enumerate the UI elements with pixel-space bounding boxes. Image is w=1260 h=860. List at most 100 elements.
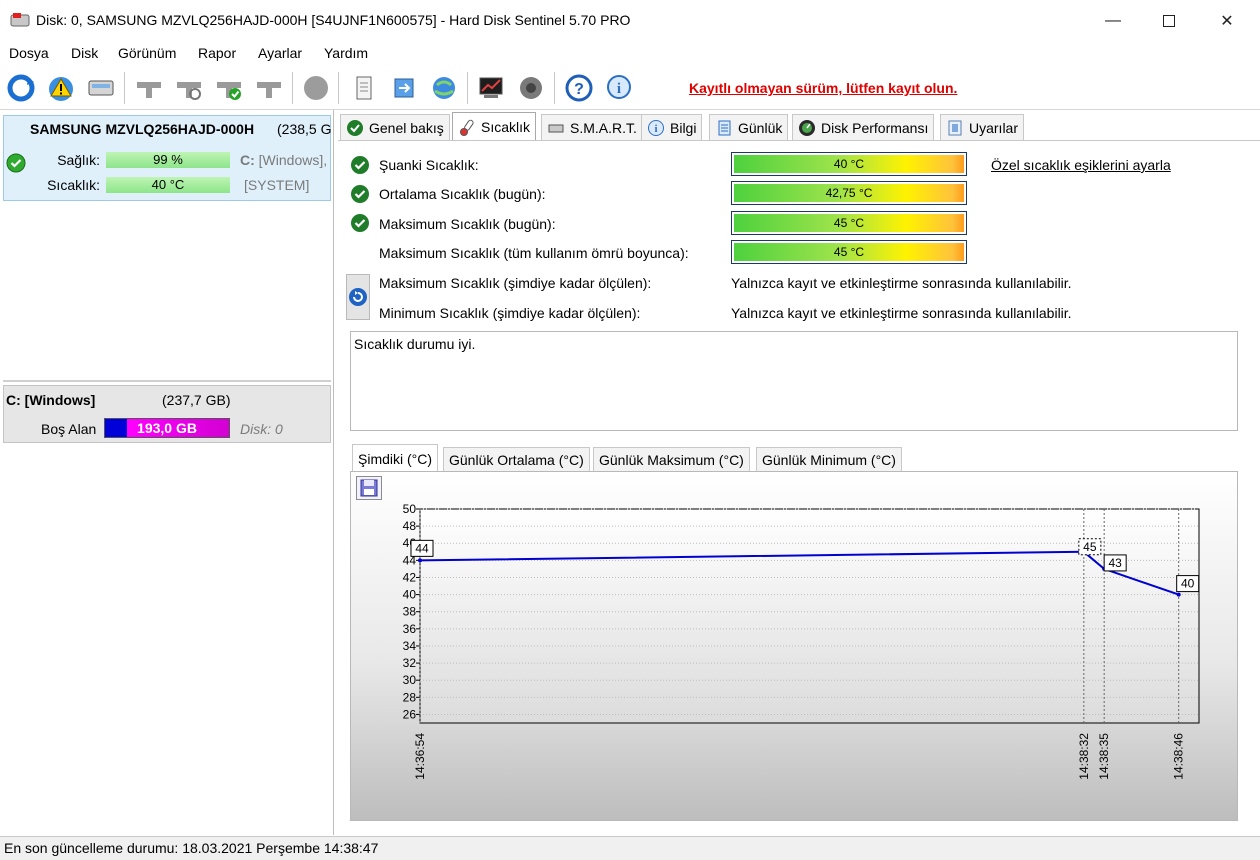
pane-divider[interactable] bbox=[3, 380, 331, 382]
current-temp-value: 40 °C bbox=[734, 155, 964, 173]
temperature-status-text: Sıcaklık durumu iyi. bbox=[354, 336, 476, 352]
y-tick-label: 42 bbox=[403, 570, 417, 584]
chart-tab-current[interactable]: Şimdiki (°C) bbox=[352, 444, 439, 472]
minimize-icon: — bbox=[1105, 12, 1121, 29]
tab-info-label: Bilgi bbox=[670, 119, 697, 136]
drive-check-icon bbox=[217, 82, 241, 100]
send-report-button[interactable] bbox=[387, 71, 421, 105]
free-space-label: Boş Alan bbox=[41, 421, 97, 437]
about-button[interactable]: i bbox=[602, 71, 636, 105]
reset-icon bbox=[349, 288, 367, 306]
minimize-button[interactable]: — bbox=[1090, 0, 1136, 42]
menu-bar bbox=[0, 42, 1260, 64]
tab-info[interactable]: i Bilgi bbox=[641, 114, 703, 140]
chart-tab-daily-min[interactable]: Günlük Minimum (°C) bbox=[756, 447, 902, 471]
report-button[interactable] bbox=[347, 71, 381, 105]
floppy-disk-icon bbox=[360, 479, 378, 497]
health-label: Sağlık: bbox=[57, 152, 100, 168]
close-button[interactable]: ✕ bbox=[1204, 0, 1250, 42]
y-tick-label: 32 bbox=[403, 656, 417, 670]
menu-file[interactable]: Dosya bbox=[9, 45, 49, 61]
toolbar-separator bbox=[338, 72, 339, 104]
refresh-icon bbox=[7, 74, 35, 102]
menu-settings[interactable]: Ayarlar bbox=[258, 45, 302, 61]
drive-refresh-button[interactable] bbox=[172, 71, 206, 105]
tab-smart[interactable]: S.M.A.R.T. bbox=[541, 114, 643, 140]
svg-text:?: ? bbox=[574, 81, 584, 98]
tab-performance[interactable]: Disk Performansı bbox=[792, 114, 935, 140]
max-lifetime-bar: 45 °C bbox=[731, 240, 967, 264]
maximize-button[interactable] bbox=[1146, 0, 1192, 42]
help-button[interactable]: ? bbox=[562, 71, 596, 105]
monitor-chart-icon bbox=[479, 77, 503, 98]
avg-temp-value: 42,75 °C bbox=[734, 184, 964, 202]
menu-disk[interactable]: Disk bbox=[71, 45, 98, 61]
alert-button[interactable] bbox=[44, 71, 78, 105]
health-drive-letter: C: bbox=[240, 152, 255, 168]
disk-icon bbox=[304, 76, 328, 100]
tab-overview[interactable]: Genel bakış bbox=[340, 114, 450, 140]
save-chart-button[interactable] bbox=[356, 476, 382, 500]
network-icon bbox=[433, 77, 455, 99]
y-tick-label: 30 bbox=[403, 673, 417, 687]
y-tick-label: 28 bbox=[403, 690, 417, 704]
log-icon bbox=[718, 120, 731, 135]
chart-tab-daily-max[interactable]: Günlük Maksimum (°C) bbox=[593, 447, 750, 471]
max-today-label: Maksimum Sıcaklık (bugün): bbox=[379, 216, 556, 232]
tab-temperature[interactable]: Sıcaklık bbox=[452, 112, 537, 140]
max-today-value: 45 °C bbox=[734, 214, 964, 232]
avg-temp-bar: 42,75 °C bbox=[731, 181, 967, 205]
free-space-bar: 193,0 GB bbox=[104, 418, 230, 438]
disk-reference: Disk: 0 bbox=[240, 421, 283, 437]
x-tick-label: 14:38:32 bbox=[1077, 733, 1091, 780]
disk-list-pane bbox=[0, 110, 334, 835]
disk-info-button[interactable] bbox=[84, 71, 118, 105]
reset-button[interactable] bbox=[346, 274, 370, 320]
drive-test-icon bbox=[137, 82, 161, 98]
temperature-status-box[interactable]: Sıcaklık durumu iyi. bbox=[350, 331, 1238, 431]
performance-button[interactable] bbox=[474, 71, 508, 105]
menu-help[interactable]: Yardım bbox=[324, 45, 368, 61]
drive-icon bbox=[548, 124, 564, 132]
toolbar-separator bbox=[124, 72, 125, 104]
disk-name: SAMSUNG MZVLQ256HAJD-000H bbox=[30, 121, 255, 137]
max-lifetime-label: Maksimum Sıcaklık (tüm kullanım ömrü boy… bbox=[379, 245, 689, 261]
health-drive-name: [Windows], bbox=[258, 152, 328, 168]
data-label: 40 bbox=[1181, 577, 1195, 591]
info-icon: i bbox=[648, 119, 664, 136]
tab-alerts[interactable]: Uyarılar bbox=[940, 114, 1025, 140]
menu-view[interactable]: Görünüm bbox=[118, 45, 176, 61]
sound-button[interactable] bbox=[514, 71, 548, 105]
register-link[interactable]: Kayıtlı olmayan sürüm, lütfen kayıt olun… bbox=[689, 80, 957, 96]
network-button[interactable] bbox=[427, 71, 461, 105]
refresh-button[interactable] bbox=[4, 71, 38, 105]
data-label: 43 bbox=[1108, 556, 1122, 570]
gauge-icon bbox=[799, 119, 815, 136]
max-today-bar: 45 °C bbox=[731, 211, 967, 235]
window-title: Disk: 0, SAMSUNG MZVLQ256HAJD-000H [S4UJ… bbox=[36, 12, 631, 28]
data-label: 44 bbox=[415, 541, 429, 555]
tab-log[interactable]: Günlük bbox=[709, 114, 789, 140]
chart-tab-daily-average[interactable]: Günlük Ortalama (°C) bbox=[443, 447, 590, 471]
custom-threshold-link[interactable]: Özel sıcaklık eşiklerini ayarla bbox=[991, 157, 1171, 173]
y-tick-label: 38 bbox=[403, 605, 417, 619]
y-tick-label: 48 bbox=[403, 519, 417, 533]
help-icon: ? bbox=[565, 74, 593, 102]
app-icon bbox=[10, 13, 30, 27]
tab-performance-label: Disk Performansı bbox=[821, 119, 929, 136]
drive-tool-icon bbox=[257, 82, 281, 98]
x-tick-label: 14:36:54 bbox=[413, 733, 427, 780]
max-today-ok-icon bbox=[351, 214, 369, 232]
menu-report[interactable]: Rapor bbox=[198, 45, 236, 61]
y-tick-label: 50 bbox=[403, 502, 417, 516]
drive-tool-button[interactable] bbox=[252, 71, 286, 105]
data-label: 45 bbox=[1083, 540, 1097, 554]
disk-spin-button[interactable] bbox=[299, 71, 333, 105]
tab-log-label: Günlük bbox=[738, 119, 783, 136]
document-icon bbox=[356, 76, 372, 100]
surface-test-button[interactable] bbox=[132, 71, 166, 105]
temperature-chart: 2628303234363840424446485014:36:54 14:38:… bbox=[403, 502, 1200, 780]
tab-temperature-label: Sıcaklık bbox=[481, 118, 531, 135]
y-tick-label: 26 bbox=[403, 707, 417, 721]
drive-check-button[interactable] bbox=[212, 71, 246, 105]
